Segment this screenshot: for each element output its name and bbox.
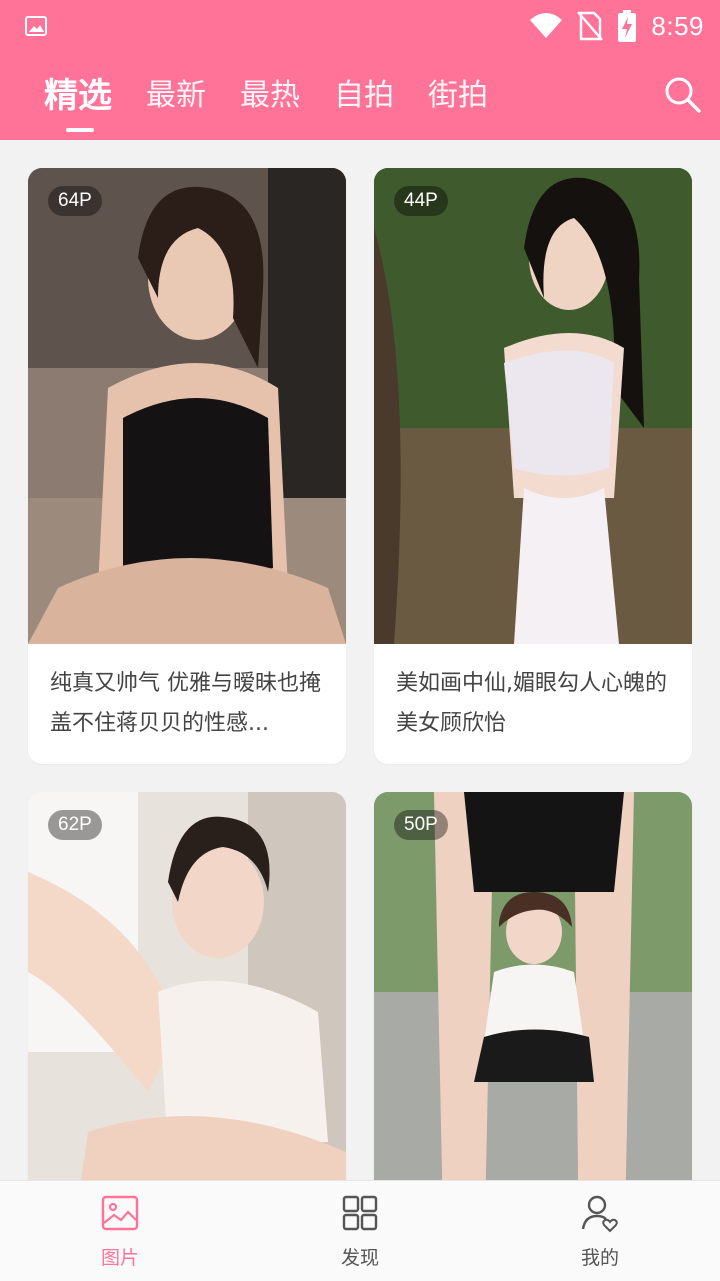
- album-cover-photo: 62P: [28, 792, 346, 1180]
- album-card[interactable]: 62P: [28, 792, 346, 1180]
- album-title: 美如画中仙,媚眼勾人心魄的美女顾欣怡: [396, 671, 667, 736]
- tab-selfie[interactable]: 自拍: [334, 70, 394, 122]
- tab-selected[interactable]: 精选: [44, 70, 112, 132]
- tab-hottest[interactable]: 最热: [240, 70, 300, 122]
- status-bar: 8:59: [0, 0, 720, 52]
- battery-charging-icon: [618, 10, 637, 42]
- album-card[interactable]: 50P: [374, 792, 692, 1180]
- album-card[interactable]: 64P 纯真又帅气 优雅与暧昧也掩盖不住蒋贝贝的性感...: [28, 168, 346, 764]
- nav-label-mine: 我的: [580, 1247, 619, 1269]
- wifi-icon: [530, 13, 563, 38]
- nav-item-discover[interactable]: 发现: [300, 1193, 420, 1273]
- nav-item-pictures[interactable]: 图片: [60, 1193, 180, 1273]
- nav-item-mine[interactable]: 我的: [540, 1193, 660, 1273]
- nav-label-pictures: 图片: [100, 1247, 139, 1269]
- photo-count-badge: 50P: [394, 810, 448, 840]
- photo-count-badge: 64P: [48, 186, 102, 216]
- album-title: 纯真又帅气 优雅与暧昧也掩盖不住蒋贝贝的性感...: [50, 671, 321, 736]
- nav-label-discover: 发现: [340, 1247, 379, 1269]
- user-heart-icon: [581, 1195, 618, 1233]
- image-icon: [25, 16, 47, 36]
- album-cover-photo: 50P: [374, 792, 692, 1180]
- album-cover-photo: 44P: [374, 168, 692, 644]
- picture-icon: [101, 1195, 139, 1231]
- status-icons: 8:59: [529, 8, 704, 44]
- photo-grid: 64P 纯真又帅气 优雅与暧昧也掩盖不住蒋贝贝的性感... 44P 美如画中仙,…: [0, 140, 720, 1180]
- photo-count-badge: 62P: [48, 810, 102, 840]
- grid-icon: [342, 1195, 378, 1231]
- photo-count-badge: 44P: [394, 186, 448, 216]
- album-cover-photo: 64P: [28, 168, 346, 644]
- status-time: 8:59: [651, 10, 704, 41]
- search-icon[interactable]: [662, 74, 702, 114]
- tab-street[interactable]: 街拍: [428, 70, 488, 122]
- app-header: 8:59 精选 最新 最热 自拍 街拍: [0, 0, 720, 140]
- tab-latest[interactable]: 最新: [146, 70, 206, 122]
- album-card[interactable]: 44P 美如画中仙,媚眼勾人心魄的美女顾欣怡: [374, 168, 692, 764]
- no-sim-icon: [577, 11, 604, 41]
- bottom-navigation: 图片 发现 我的: [0, 1180, 720, 1281]
- category-tabs: 精选 最新 最热 自拍 街拍: [44, 70, 488, 132]
